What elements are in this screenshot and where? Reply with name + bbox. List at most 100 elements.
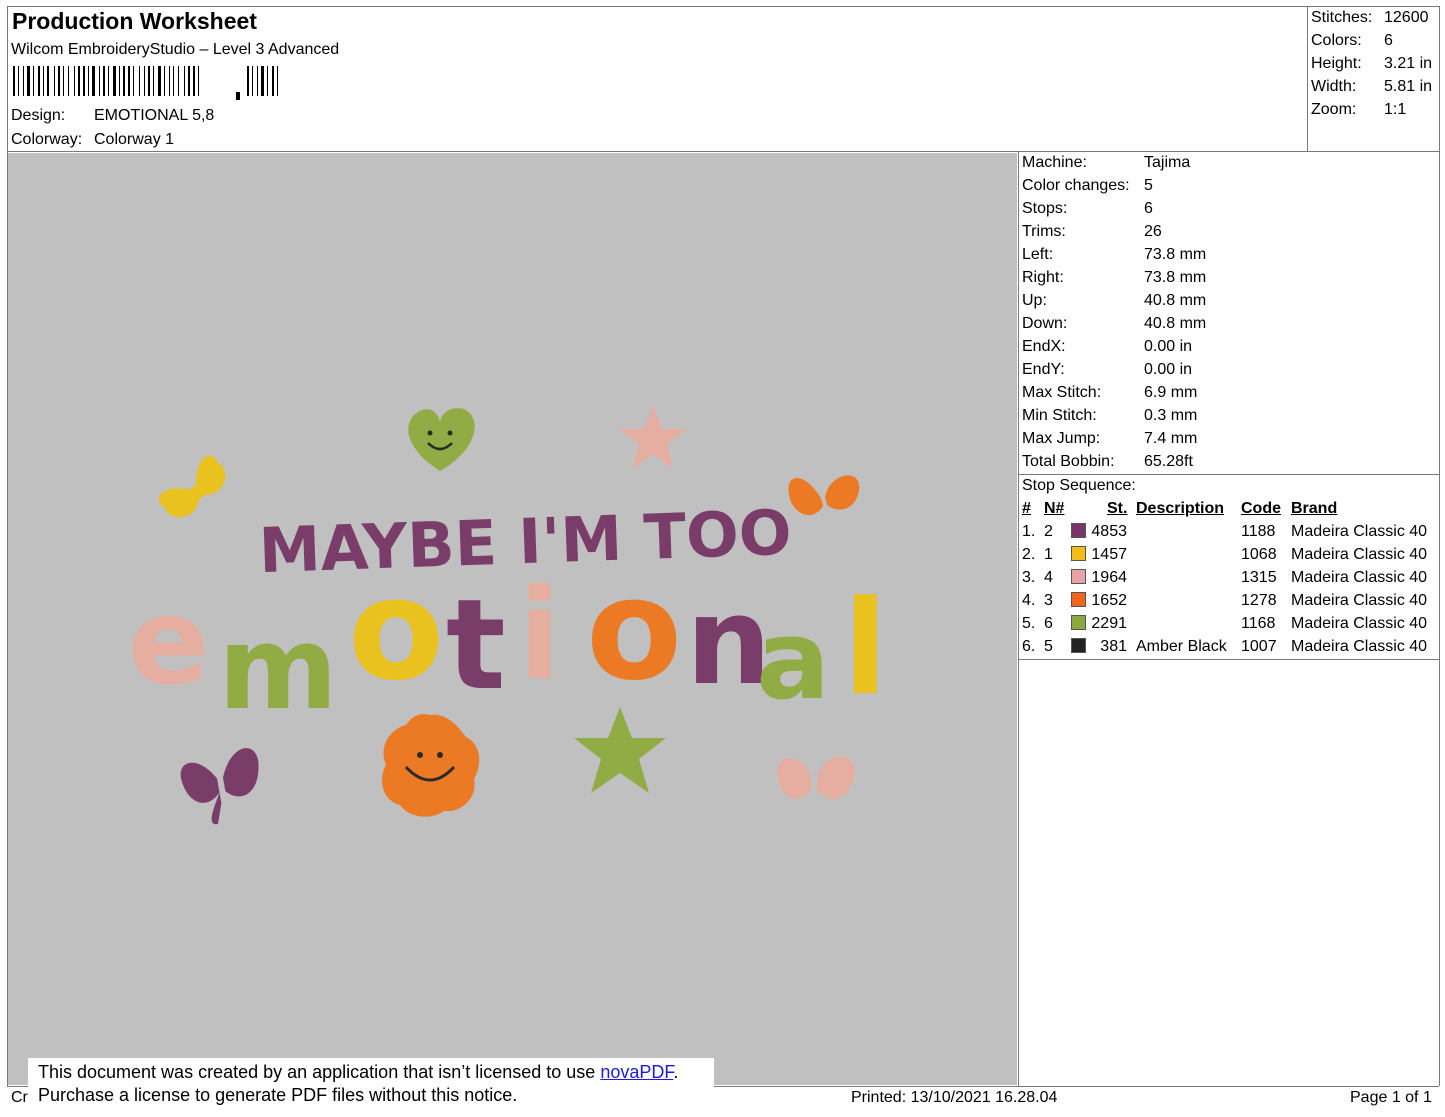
frame-right-line: [1439, 6, 1440, 1086]
info-label: Trims:: [1022, 223, 1066, 240]
row-brand: Madeira Classic 40: [1291, 546, 1428, 563]
info-label: Max Stitch:: [1022, 384, 1102, 401]
info-value: 5: [1144, 177, 1153, 194]
col-header-stitches: St.: [1107, 500, 1128, 517]
bow-icon: [158, 455, 226, 518]
novapdf-link[interactable]: novaPDF: [600, 1062, 673, 1082]
col-header-code: Code: [1241, 500, 1281, 517]
frame-top-line: [7, 6, 1439, 7]
butterfly-icon: [788, 475, 860, 516]
row-stitches: 1964: [1091, 569, 1127, 586]
info-label: Right:: [1022, 269, 1064, 286]
thread-color-swatch: [1071, 569, 1086, 584]
row-brand: Madeira Classic 40: [1291, 523, 1428, 540]
row-stitches: 1457: [1091, 546, 1127, 563]
star-icon: [619, 406, 687, 469]
info-label: Down:: [1022, 315, 1068, 332]
row-code: 1278: [1241, 592, 1277, 609]
row-needle: 1: [1044, 546, 1053, 563]
row-needle: 3: [1044, 592, 1053, 609]
summary-value: 1:1: [1384, 101, 1407, 118]
page-title: Production Worksheet: [12, 8, 257, 34]
summary-label: Zoom:: [1311, 101, 1357, 118]
summary-label: Height:: [1311, 55, 1362, 72]
table-row: 5. 6 2291 1168 Madeira Classic 40: [1019, 615, 1439, 638]
emotional-letter: t: [446, 573, 506, 718]
summary-label: Stitches:: [1311, 9, 1373, 26]
info-value: 0.00 in: [1144, 361, 1193, 378]
design-preview-canvas: MAYBE I'M TOO e m o t i o n a l: [8, 153, 1017, 1085]
row-stitches: 381: [1100, 638, 1127, 655]
row-number: 4.: [1022, 592, 1036, 609]
app-subtitle: Wilcom EmbroideryStudio – Level 3 Advanc…: [11, 41, 340, 58]
colorway-value: Colorway 1: [94, 131, 175, 148]
thread-color-swatch: [1071, 615, 1086, 630]
info-label: Min Stitch:: [1022, 407, 1097, 424]
row-needle: 6: [1044, 615, 1053, 632]
frame-header-divider: [7, 151, 1439, 152]
info-label: EndX:: [1022, 338, 1066, 355]
summary-label: Width:: [1311, 78, 1357, 95]
notice-text: .: [673, 1062, 679, 1082]
col-header-brand: Brand: [1291, 500, 1338, 517]
row-brand: Madeira Classic 40: [1291, 592, 1428, 609]
summary-label: Colors:: [1311, 32, 1362, 49]
row-description: Amber Black: [1136, 638, 1227, 655]
row-needle: 5: [1044, 638, 1053, 655]
table-row: 6. 5 381 Amber Black 1007 Madeira Classic 40: [1019, 638, 1439, 661]
summary-value: 3.21 in: [1384, 55, 1433, 72]
thread-color-swatch: [1071, 638, 1086, 653]
row-needle: 4: [1044, 569, 1053, 586]
row-brand: Madeira Classic 40: [1291, 569, 1428, 586]
col-header-description: Description: [1136, 500, 1225, 517]
info-value: 0.00 in: [1144, 338, 1193, 355]
info-label: Total Bobbin:: [1022, 453, 1115, 470]
butterfly-icon: [180, 748, 259, 825]
heart-icon: [408, 408, 475, 471]
table-row: 2. 1 1457 1068 Madeira Classic 40: [1019, 546, 1439, 569]
emotional-letter: l: [843, 572, 888, 724]
footer-left-text: Cr: [11, 1089, 28, 1106]
thread-color-swatch: [1071, 523, 1086, 538]
summary-value: 6: [1384, 32, 1393, 49]
info-value: 73.8 mm: [1144, 246, 1207, 263]
row-number: 5.: [1022, 615, 1036, 632]
info-value: 6: [1144, 200, 1153, 217]
info-value: 40.8 mm: [1144, 315, 1207, 332]
info-label: Left:: [1022, 246, 1054, 263]
row-brand: Madeira Classic 40: [1291, 615, 1428, 632]
colorway-label: Colorway:: [11, 131, 83, 148]
stop-seq-top-divider: [1018, 474, 1439, 475]
row-number: 3.: [1022, 569, 1036, 586]
emotional-letter: m: [218, 602, 338, 736]
row-brand: Madeira Classic 40: [1291, 638, 1428, 655]
row-needle: 2: [1044, 523, 1053, 540]
col-header-needle: N#: [1044, 500, 1065, 517]
info-label: EndY:: [1022, 361, 1065, 378]
summary-value: 12600: [1384, 9, 1429, 26]
col-header-number: #: [1022, 500, 1031, 517]
table-row: 3. 4 1964 1315 Madeira Classic 40: [1019, 569, 1439, 592]
notice-line-1: This document was created by an applicat…: [38, 1062, 678, 1083]
emotional-letter: o: [586, 549, 682, 712]
table-row: 4. 3 1652 1278 Madeira Classic 40: [1019, 592, 1439, 615]
thread-color-swatch: [1071, 592, 1086, 607]
info-value: 65.28ft: [1144, 453, 1193, 470]
info-label: Max Jump:: [1022, 430, 1101, 447]
info-label: Color changes:: [1022, 177, 1130, 194]
summary-box-divider: [1307, 6, 1308, 151]
info-label: Up:: [1022, 292, 1047, 309]
butterfly-icon: [777, 756, 855, 799]
info-value: 73.8 mm: [1144, 269, 1207, 286]
star-icon: [574, 707, 666, 793]
embroidery-design: MAYBE I'M TOO e m o t i o n a l: [128, 406, 888, 825]
emotional-letter: o: [348, 549, 444, 712]
stop-sequence-heading: Stop Sequence:: [1022, 477, 1136, 494]
info-value: 0.3 mm: [1144, 407, 1198, 424]
smiley-flower-icon: [382, 714, 480, 817]
row-stitches: 1652: [1091, 592, 1127, 609]
row-number: 6.: [1022, 638, 1036, 655]
row-code: 1168: [1241, 615, 1276, 632]
design-label: Design:: [11, 107, 66, 124]
notice-line-2: Purchase a license to generate PDF files…: [38, 1085, 518, 1105]
